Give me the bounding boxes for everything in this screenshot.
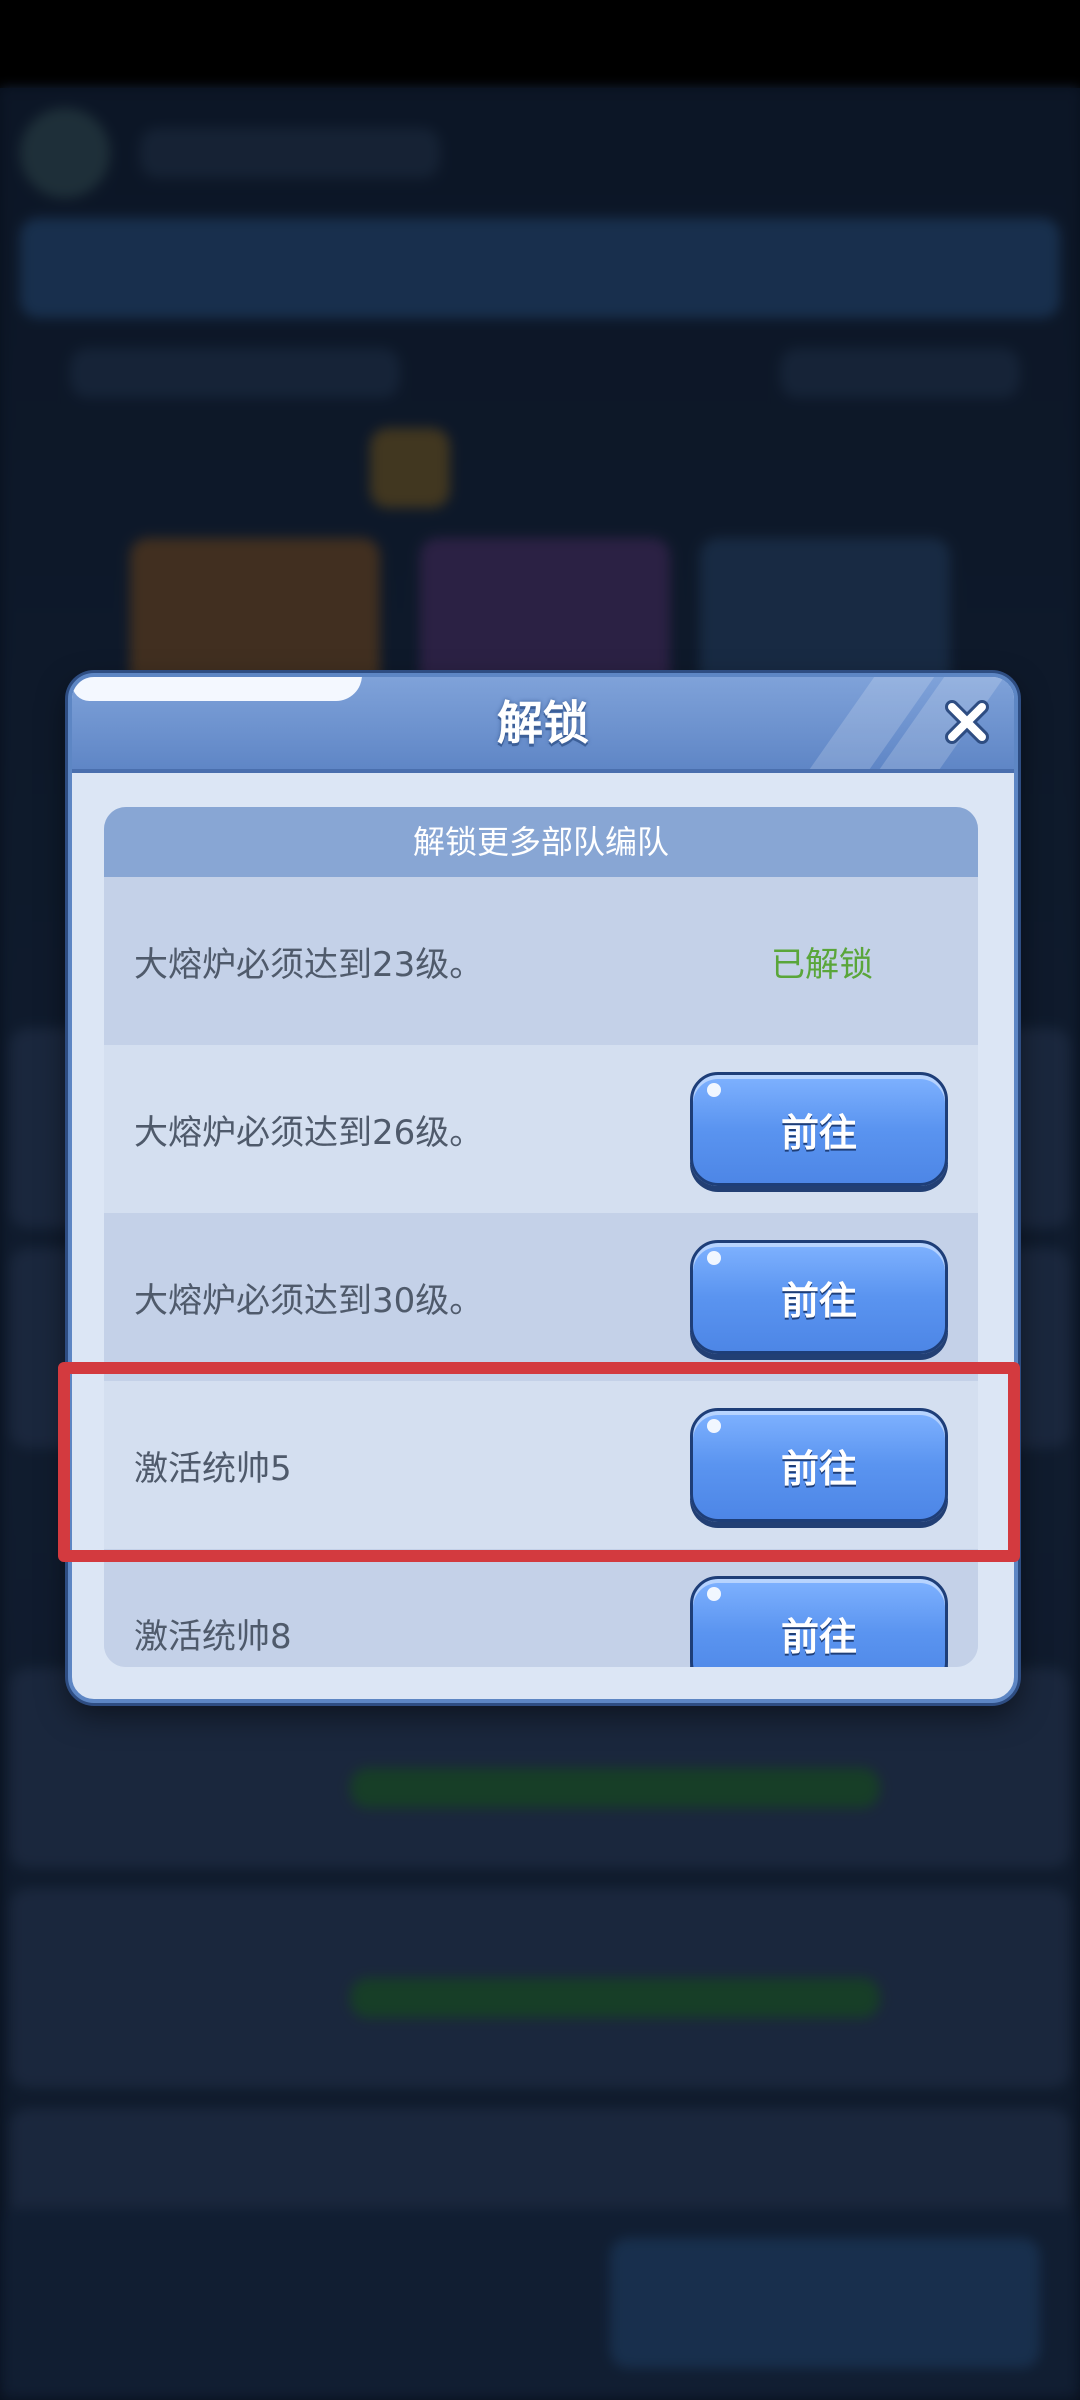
dialog-title: 解锁: [497, 696, 589, 750]
requirement-text: 激活统帅8: [134, 1616, 292, 1657]
unlock-requirements-list: 解锁更多部队编队 大熔炉必须达到23级。 已解锁 大熔炉必须达到26级。 前往 …: [104, 807, 978, 1667]
status-bar: [0, 0, 1080, 88]
requirement-row: 激活统帅8 前往: [104, 1549, 978, 1667]
requirement-text: 大熔炉必须达到30级。: [134, 1280, 484, 1321]
go-button-label: 前往: [780, 1278, 857, 1323]
dialog-header: 解锁: [72, 677, 1014, 773]
go-button[interactable]: 前往: [690, 1576, 948, 1667]
requirement-row: 激活统帅5 前往: [104, 1381, 978, 1549]
go-button-label: 前往: [780, 1110, 857, 1155]
go-button[interactable]: 前往: [690, 1240, 948, 1354]
unlocked-status: 已解锁: [771, 944, 873, 985]
requirement-text: 大熔炉必须达到26级。: [134, 1112, 484, 1153]
requirement-text: 激活统帅5: [134, 1448, 292, 1489]
requirement-row: 大熔炉必须达到30级。 前往: [104, 1213, 978, 1381]
requirement-row: 大熔炉必须达到23级。 已解锁: [104, 877, 978, 1045]
go-button-label: 前往: [780, 1614, 857, 1659]
close-button[interactable]: [936, 691, 998, 753]
go-button-label: 前往: [780, 1446, 857, 1491]
list-header: 解锁更多部队编队: [104, 807, 978, 877]
requirement-text: 大熔炉必须达到23级。: [134, 944, 484, 985]
go-button[interactable]: 前往: [690, 1072, 948, 1186]
unlock-dialog: 解锁 解锁更多部队编队 大熔炉必须达到23级。 已解锁 大熔炉必须达到26级。 …: [68, 673, 1018, 1703]
close-icon: [945, 700, 989, 744]
go-button[interactable]: 前往: [690, 1408, 948, 1522]
requirement-row: 大熔炉必须达到26级。 前往: [104, 1045, 978, 1213]
rows: 大熔炉必须达到23级。 已解锁 大熔炉必须达到26级。 前往 大熔炉必须达到30…: [104, 877, 978, 1667]
